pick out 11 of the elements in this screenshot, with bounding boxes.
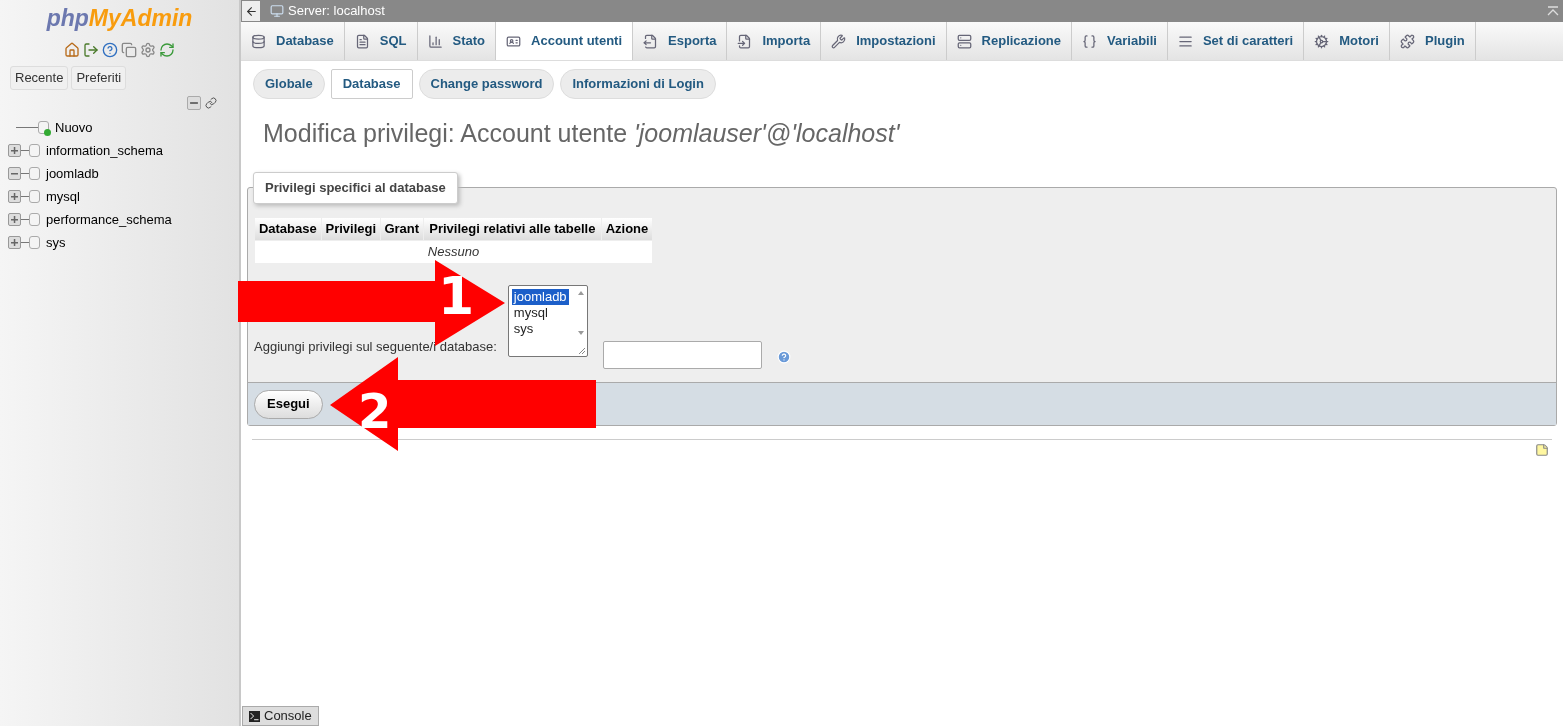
column-header: Privilegi relativi alle tabelle [423, 218, 601, 240]
column-header: Grant [380, 218, 423, 240]
page-heading: Modifica privilegi: Account utente 'joomlauser'@'localhost' [263, 118, 901, 149]
column-header: Privilegi [321, 218, 380, 240]
step-number: 1 [438, 270, 475, 322]
step-number: 2 [358, 387, 392, 435]
empty-message: Nessuno [427, 244, 480, 260]
fieldset-legend: Privilegi specifici al database [253, 172, 458, 204]
add-privileges-label: Aggiungi privilegi sul seguente/i database: [254, 337, 497, 356]
column-header: Azione [601, 218, 652, 240]
column-header: Database [255, 218, 321, 240]
